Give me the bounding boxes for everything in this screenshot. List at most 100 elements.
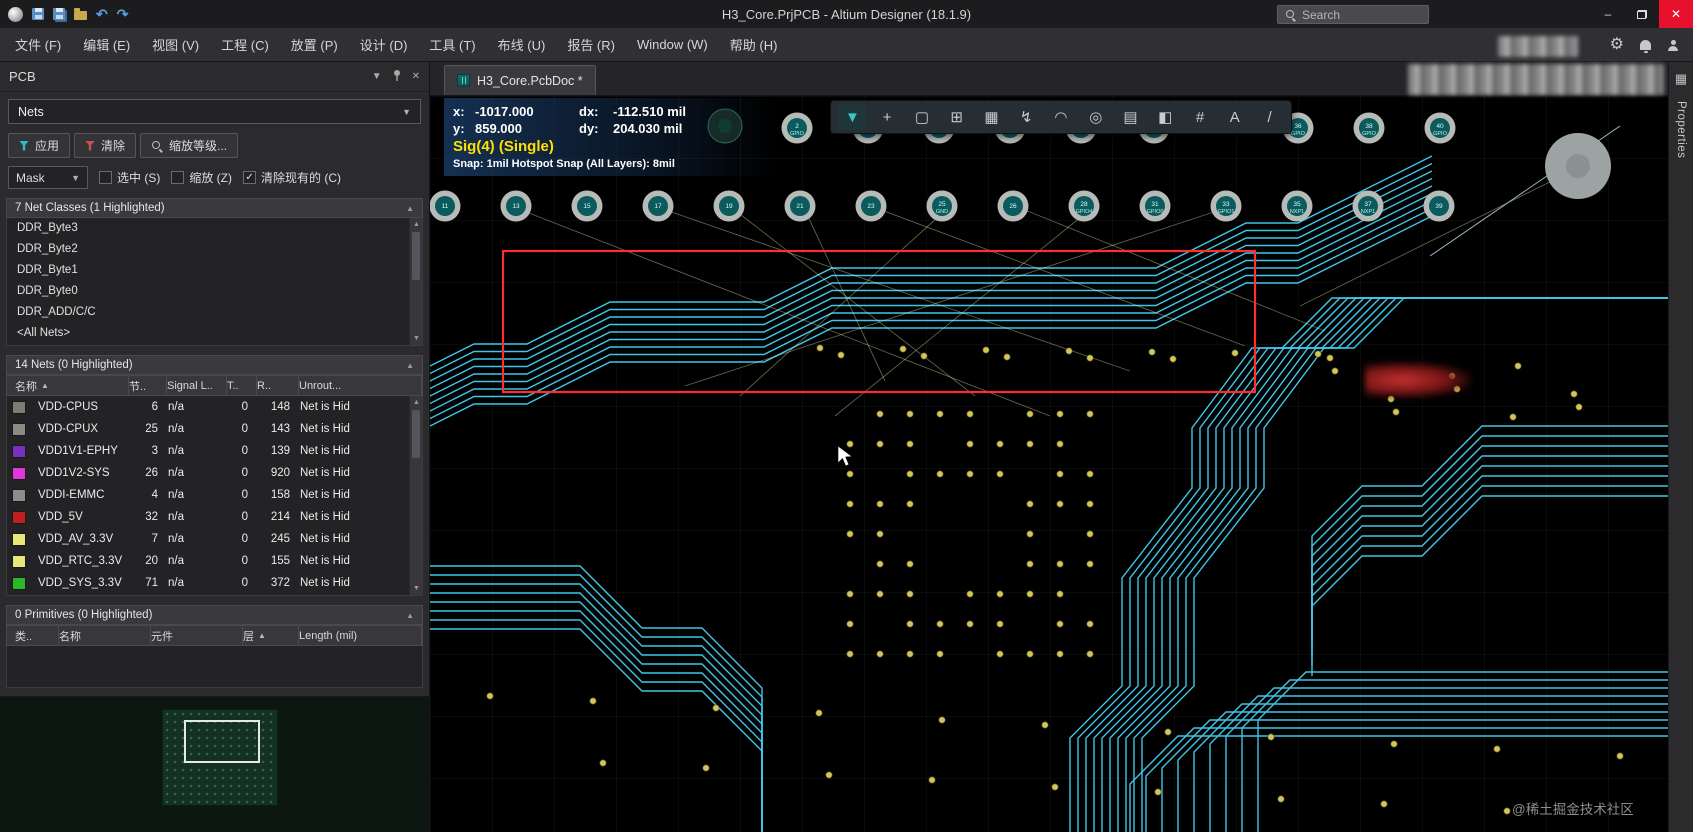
net-row[interactable]: VDD-CPUS 6 n/a 0 148 Net is Hid [7,396,422,418]
scroll-down-icon[interactable]: ▼ [410,582,422,595]
net-row[interactable]: VDD_5V 32 n/a 0 214 Net is Hid [7,506,422,528]
net-row[interactable]: VDD_SYS_3.3V 71 n/a 0 372 Net is Hid [7,572,422,594]
clear-existing-checkbox[interactable]: 清除现有的 (C) [243,169,341,186]
zoom-checkbox[interactable]: 缩放 (Z) [171,169,232,186]
menu-item-place[interactable]: 放置 (P) [280,28,349,61]
collapse-icon[interactable]: ▲ [406,361,414,370]
net-row[interactable]: VDD1V2-SYS 26 n/a 0 920 Net is Hid [7,462,422,484]
net-class-item[interactable]: DDR_Byte2 [7,239,422,260]
net-row[interactable]: VDD_RTC_3.3V 20 n/a 0 155 Net is Hid [7,550,422,572]
document-tab[interactable]: H3_Core.PcbDoc * [444,65,596,95]
component-pad[interactable]: 40GPIO [1424,112,1456,144]
collapse-icon[interactable]: ▲ [406,611,414,620]
component-pad[interactable]: 23 [855,190,887,222]
net-class-item[interactable]: DDR_Byte3 [7,218,422,239]
tool-jump-icon[interactable]: + [873,104,901,130]
undo-icon[interactable]: ↶ [96,7,108,21]
component-pad[interactable]: 17 [642,190,674,222]
scroll-thumb[interactable] [412,232,420,280]
component-pad[interactable]: 35NXP1 [1281,190,1313,222]
tool-highlight-icon[interactable]: ◎ [1082,104,1110,130]
menu-item-help[interactable]: 帮助 (H) [719,28,789,61]
panel-dropdown-icon[interactable]: ▼ [372,71,382,82]
net-row[interactable]: VDD1V1-EPHY 3 n/a 0 139 Net is Hid [7,440,422,462]
net-row[interactable]: VDD_AV_3.3V 7 n/a 0 245 Net is Hid [7,528,422,550]
minimize-button[interactable]: – [1591,0,1625,28]
col-component[interactable]: 元件 [151,626,243,645]
pcb-canvas[interactable]: 2GPIO468101236GPIO38GPIO40GPIO1113151719… [430,96,1668,832]
nets-header[interactable]: 14 Nets (0 Highlighted) ▲ [6,355,423,375]
tool-filter-icon[interactable]: ▼ [838,104,867,130]
tool-text-icon[interactable]: A [1221,104,1249,130]
pin-icon[interactable] [392,69,402,84]
select-checkbox[interactable]: 选中 (S) [99,169,160,186]
properties-tab[interactable]: Properties [1675,101,1687,158]
panels-icon[interactable]: ▦ [1670,67,1693,91]
search-input[interactable]: Search [1277,5,1429,24]
user-icon[interactable] [1667,39,1679,51]
col-layer[interactable]: 层 ▲ [243,626,299,645]
col-name[interactable]: 名称 ▲ [15,376,129,395]
scroll-up-icon[interactable]: ▲ [410,396,422,409]
component-pad[interactable]: 15 [571,190,603,222]
component-pad[interactable]: 25GND [926,190,958,222]
scroll-down-icon[interactable]: ▼ [410,332,422,345]
scroll-up-icon[interactable]: ▲ [410,218,422,231]
board-preview[interactable] [162,709,278,806]
net-classes-header[interactable]: 7 Net Classes (1 Highlighted) ▲ [6,198,423,218]
zoom-level-button[interactable]: 缩放等级... [140,133,239,158]
net-class-item[interactable]: DDR_Byte0 [7,281,422,302]
menu-item-window[interactable]: Window (W) [626,28,719,61]
tool-line-icon[interactable]: / [1256,104,1284,130]
primitives-header[interactable]: 0 Primitives (0 Highlighted) ▲ [6,605,423,625]
component-pad[interactable]: 37NXP1 [1352,190,1384,222]
component-pad[interactable]: 13 [500,190,532,222]
menu-item-project[interactable]: 工程 (C) [210,28,280,61]
mounting-hole[interactable] [1429,125,1621,257]
component-pad[interactable]: 39 [1423,190,1455,222]
open-icon[interactable] [74,8,87,20]
component-pad[interactable]: 31GPIO0 [1139,190,1171,222]
tool-snap-options-icon[interactable]: # [1186,104,1214,130]
redo-icon[interactable]: ↷ [117,7,129,21]
col-name[interactable]: 名称 [59,626,151,645]
component-pad[interactable]: 38GPIO [1353,112,1385,144]
collapse-icon[interactable]: ▲ [406,204,414,213]
scroll-thumb[interactable] [412,410,420,458]
col-signal[interactable]: Signal L.. [167,376,227,395]
tool-interactive-route-icon[interactable]: ↯ [1012,104,1040,130]
col-unrouted[interactable]: Unrout... [299,376,422,395]
mask-dropdown[interactable]: Mask ▼ [8,166,88,189]
component-pad[interactable]: 26 [997,190,1029,222]
clear-button[interactable]: 清除 [74,133,137,158]
restore-button[interactable] [1625,0,1659,28]
tool-mask-level-icon[interactable]: ◧ [1151,104,1179,130]
gear-icon[interactable]: ⚙ [1610,37,1624,53]
altium-logo-icon[interactable] [8,6,23,22]
scrollbar[interactable]: ▲ ▼ [409,396,422,595]
component-pad[interactable]: 33GPIO1 [1210,190,1242,222]
tool-layer-stack-icon[interactable]: ▤ [1117,104,1145,130]
tool-select-area-icon[interactable]: ▢ [908,104,936,130]
menu-item-tools[interactable]: 工具 (T) [418,28,486,61]
tool-arc-icon[interactable]: ◠ [1047,104,1075,130]
save-all-icon[interactable] [53,8,65,20]
menu-item-design[interactable]: 设计 (D) [349,28,419,61]
close-button[interactable]: ✕ [1659,0,1693,28]
col-length[interactable]: Length (mil) [299,626,422,645]
menu-item-route[interactable]: 布线 (U) [487,28,557,61]
panel-mode-select[interactable]: Nets ▼ [8,99,421,124]
panel-close-icon[interactable]: ✕ [412,71,420,82]
component-pad[interactable]: 28GPIO4 [1068,190,1100,222]
col-t[interactable]: T.. [227,376,257,395]
net-class-item[interactable]: DDR_ADD/C/C [7,302,422,323]
net-row[interactable]: VDDI-EMMC 4 n/a 0 158 Net is Hid [7,484,422,506]
menu-item-edit[interactable]: 编辑 (E) [72,28,141,61]
bell-icon[interactable] [1640,40,1651,53]
net-class-item[interactable]: <All Nets> [7,323,422,344]
col-r[interactable]: R.. [257,376,299,395]
apply-button[interactable]: 应用 [8,133,71,158]
menu-item-file[interactable]: 文件 (F) [4,28,72,61]
net-class-item[interactable]: DDR_Byte1 [7,260,422,281]
menu-item-view[interactable]: 视图 (V) [141,28,210,61]
